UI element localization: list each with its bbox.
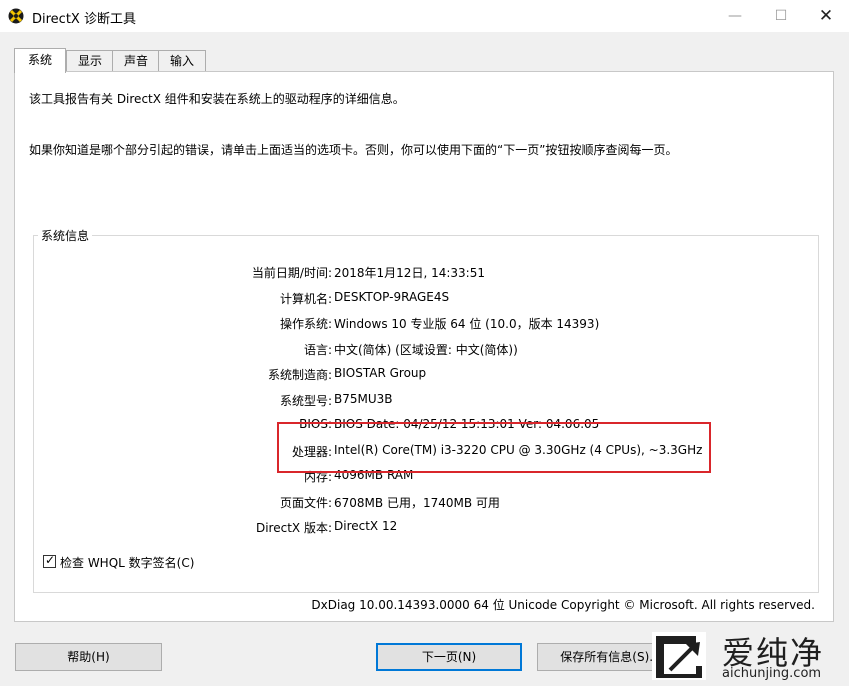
info-value: DirectX 12 [334,519,398,533]
tab-system[interactable]: 系统 [14,48,66,73]
info-value: BIOSTAR Group [334,366,427,380]
intro-hint-text: 如果你知道是哪个部分引起的错误，请单击上面适当的选项卡。否则，你可以使用下面的“… [29,143,678,157]
watermark-url: aichunjing.com [722,666,822,681]
info-label: 系统型号: [279,393,332,408]
info-row-manufacturer: 系统制造商: BIOSTAR Group [34,366,814,386]
tab-display[interactable]: 显示 [66,50,114,71]
check-icon: ✓ [45,553,56,567]
highlight-box [277,422,711,473]
watermark-logo-icon [652,632,706,680]
info-label: 页面文件: [279,495,332,510]
info-label: 操作系统: [279,317,332,331]
info-row-os: 操作系统: Windows 10 专业版 64 位 (10.0，版本 14393… [34,315,814,335]
close-button[interactable]: ✕ [803,0,849,32]
title-bar: DirectX 诊断工具 — ☐ ✕ [0,0,849,32]
info-label: 语言: [303,342,332,357]
info-value: 中文(简体) (区域设置: 中文(简体)) [334,342,518,357]
watermark: 爱纯净 aichunjing.com [650,628,849,686]
info-value: 6708MB 已用，1740MB 可用 [334,495,500,510]
info-row-language: 语言: 中文(简体) (区域设置: 中文(简体)) [34,341,814,361]
system-info-group: 系统信息 当前日期/时间: 2018年1月12日, 14:33:51 计算机名:… [33,227,819,593]
info-row-directx-version: DirectX 版本: DirectX 12 [34,519,814,539]
info-row-computer-name: 计算机名: DESKTOP-9RAGE4S [34,290,814,310]
info-row-page-file: 页面文件: 6708MB 已用，1740MB 可用 [34,494,814,514]
info-value: Windows 10 专业版 64 位 (10.0，版本 14393) [334,317,600,331]
help-button[interactable]: 帮助(H) [15,643,162,671]
directx-icon [8,8,24,24]
info-value: B75MU3B [334,391,393,406]
tab-sound[interactable]: 声音 [112,50,160,71]
version-copyright-text: DxDiag 10.00.14393.0000 64 位 Unicode Cop… [311,598,815,612]
info-value: 2018年1月12日, 14:33:51 [334,266,485,280]
whql-checkbox-label[interactable]: 检查 WHQL 数字签名(C) [60,554,194,571]
next-page-button[interactable]: 下一页(N) [376,643,522,671]
info-row-model: 系统型号: B75MU3B [34,392,814,412]
whql-checkbox[interactable]: ✓ [43,553,56,568]
window-title: DirectX 诊断工具 [32,12,136,27]
info-row-datetime: 当前日期/时间: 2018年1月12日, 14:33:51 [34,264,814,284]
info-value: DESKTOP-9RAGE4S [334,289,450,304]
maximize-button[interactable]: ☐ [758,0,804,32]
system-tab-panel: 该工具报告有关 DirectX 组件和安装在系统上的驱动程序的详细信息。 如果你… [14,71,834,622]
info-label: 计算机名: [279,291,332,306]
minimize-button[interactable]: — [712,0,758,32]
tab-input[interactable]: 输入 [158,50,206,71]
info-label: 当前日期/时间: [251,266,332,280]
info-label: DirectX 版本: [255,521,332,535]
info-label: 系统制造商: [267,368,332,382]
intro-text: 该工具报告有关 DirectX 组件和安装在系统上的驱动程序的详细信息。 [29,92,405,106]
group-title: 系统信息 [38,227,93,244]
